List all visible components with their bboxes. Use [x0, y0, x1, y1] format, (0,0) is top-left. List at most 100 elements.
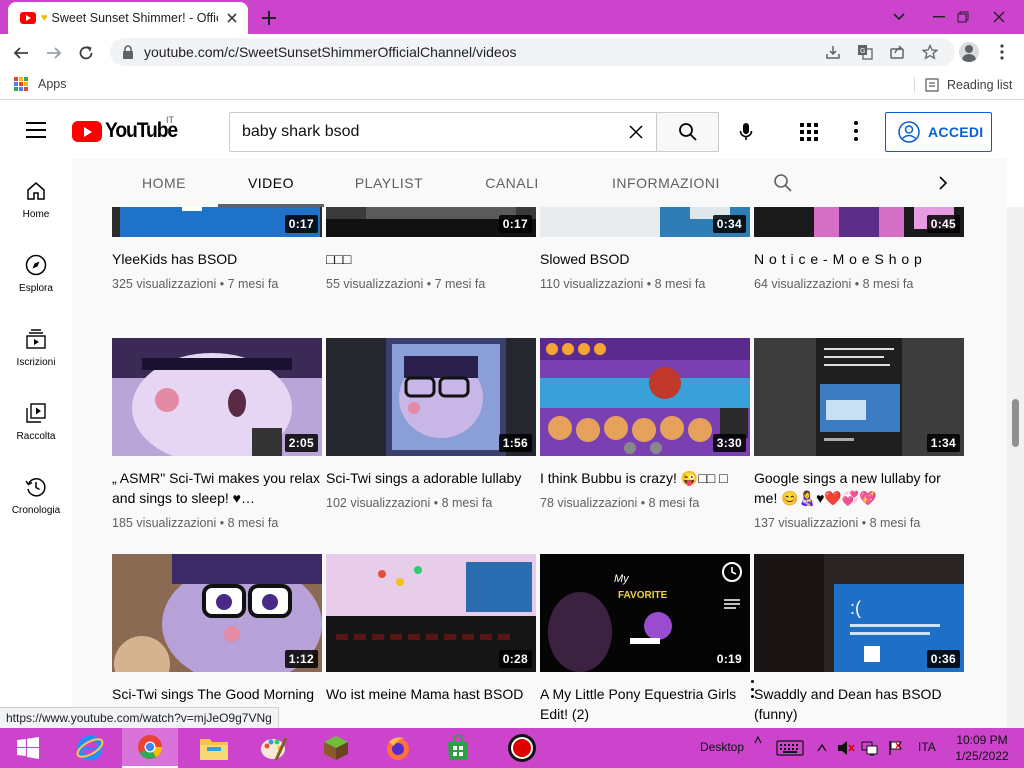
page-scrollbar[interactable] — [1007, 207, 1024, 728]
windows-start-icon[interactable] — [0, 728, 56, 768]
apps-grid-icon — [14, 77, 28, 91]
show-hidden-icons-icon[interactable] — [812, 738, 832, 758]
bookmark-star-icon[interactable] — [919, 41, 941, 63]
search-query: baby shark bsod — [242, 123, 360, 140]
settings-kebab-icon[interactable] — [852, 121, 860, 141]
record-icon[interactable] — [494, 728, 550, 768]
firefox-icon[interactable] — [370, 728, 426, 768]
video-title[interactable]: Sci-Twi sings a adorable lullaby — [326, 468, 536, 488]
video-card[interactable]: My FAVORITE 0:19 A My Little Pony Equestr… — [540, 554, 754, 724]
video-card[interactable]: 1:34 Google sings a new lullaby for me! … — [754, 338, 964, 530]
new-tab-icon[interactable] — [258, 7, 280, 29]
video-thumbnail[interactable]: 0:17 — [112, 207, 322, 237]
video-thumbnail[interactable]: 0:34 — [540, 207, 750, 237]
channel-search-icon[interactable] — [768, 159, 798, 207]
apps-shortcut[interactable]: Apps — [14, 77, 67, 91]
video-thumbnail[interactable]: 0:17 — [326, 207, 536, 237]
video-title[interactable]: Wo ist meine Mama hast BSOD — [326, 684, 536, 704]
tab-home[interactable]: HOME — [126, 159, 202, 207]
video-thumbnail[interactable]: 3:30 — [540, 338, 750, 456]
video-thumbnail[interactable]: 2:05 — [112, 338, 322, 456]
desktop-toolbar-label[interactable]: Desktop — [700, 740, 744, 754]
reload-icon[interactable] — [73, 40, 99, 66]
video-title[interactable]: I think Bubbu is crazy! 😜□□ □ — [540, 468, 750, 488]
video-thumbnail[interactable]: 1:56 — [326, 338, 536, 456]
back-icon[interactable] — [8, 40, 34, 66]
video-card[interactable]: 0:17 YleeKids has BSOD 325 visualizzazio… — [112, 207, 322, 291]
clear-search-icon[interactable] — [624, 120, 648, 144]
youtube-apps-icon[interactable] — [800, 123, 818, 141]
video-duration: 3:30 — [712, 434, 746, 452]
forward-icon[interactable] — [41, 40, 67, 66]
install-app-icon[interactable] — [822, 41, 844, 63]
guide-label: Iscrizioni — [16, 357, 56, 368]
video-title[interactable]: □□□ — [326, 249, 536, 269]
chrome-menu-icon[interactable] — [991, 41, 1013, 63]
video-card[interactable]: 3:30 I think Bubbu is crazy! 😜□□ □ 78 vi… — [540, 338, 750, 510]
volume-muted-icon[interactable] — [836, 738, 856, 758]
video-thumbnail[interactable]: My FAVORITE 0:19 — [540, 554, 750, 672]
video-thumbnail[interactable]: 1:12 — [112, 554, 322, 672]
share-icon[interactable] — [886, 41, 908, 63]
video-thumbnail[interactable]: 0:45 — [754, 207, 964, 237]
file-explorer-icon[interactable] — [186, 728, 242, 768]
close-window-icon[interactable] — [976, 0, 1022, 34]
video-title[interactable]: „ ASMR" Sci-Twi makes you relax and sing… — [112, 468, 322, 508]
video-card[interactable]: 0:34 Slowed BSOD 110 visualizzazioni • 8… — [540, 207, 750, 291]
video-thumbnail[interactable]: 1:34 — [754, 338, 964, 456]
store-icon[interactable] — [430, 728, 486, 768]
taskbar-clock[interactable]: 10:09 PM 1/25/2022 — [946, 732, 1018, 764]
guide-item-esplora[interactable]: Esplora — [0, 233, 72, 307]
lock-icon[interactable] — [122, 45, 134, 59]
minecraft-icon[interactable] — [308, 728, 364, 768]
search-button[interactable] — [656, 112, 719, 152]
sign-in-button[interactable]: ACCEDI — [885, 112, 992, 152]
internet-explorer-icon[interactable] — [62, 728, 118, 768]
video-title[interactable]: YleeKids has BSOD — [112, 249, 322, 269]
video-card[interactable]: 0:17 □□□ 55 visualizzazioni • 7 mesi fa — [326, 207, 536, 291]
search-input[interactable]: baby shark bsod — [229, 112, 656, 152]
video-title[interactable]: Google sings a new lullaby for me! 😊👩‍🍼♥… — [754, 468, 964, 508]
video-card[interactable]: 0:28 Wo ist meine Mama hast BSOD — [326, 554, 536, 704]
paint-icon[interactable] — [246, 728, 302, 768]
chevron-right-icon[interactable] — [928, 159, 958, 207]
input-language-indicator[interactable]: ITA — [918, 740, 936, 754]
toolbar-expand-icon[interactable] — [748, 730, 768, 750]
video-grid: 0:17 YleeKids has BSOD 325 visualizzazio… — [72, 207, 1007, 728]
clock-date: 1/25/2022 — [955, 749, 1009, 763]
browser-tab[interactable]: ♥ Sweet Sunset Shimmer! - Offic — [8, 2, 248, 34]
scrollbar-thumb[interactable] — [1012, 399, 1019, 447]
video-card[interactable]: :( 0:36 Swaddly and Dean has BSOD (funny… — [754, 554, 964, 724]
chrome-icon[interactable] — [122, 728, 178, 768]
video-thumbnail[interactable]: 0:28 — [326, 554, 536, 672]
video-card[interactable]: 1:56 Sci-Twi sings a adorable lullaby 10… — [326, 338, 536, 510]
guide-item-cronologia[interactable]: Cronologia — [0, 455, 72, 529]
hamburger-menu-icon[interactable] — [26, 122, 46, 138]
video-meta: 78 visualizzazioni • 8 mesi fa — [540, 496, 700, 510]
tab-informazioni[interactable]: INFORMAZIONI — [592, 159, 740, 207]
youtube-logo[interactable]: YouTube IT — [72, 115, 183, 143]
translate-icon[interactable]: G — [854, 41, 876, 63]
tab-canali[interactable]: CANALI — [470, 159, 554, 207]
network-icon[interactable] — [860, 738, 880, 758]
youtube-favicon-icon — [20, 12, 36, 24]
guide-item-home[interactable]: Home — [0, 159, 72, 233]
video-card[interactable]: 1:12 Sci-Twi sings The Good Morning Song… — [112, 554, 322, 724]
close-tab-icon[interactable] — [224, 10, 240, 26]
guide-item-raccolta[interactable]: Raccolta — [0, 381, 72, 455]
action-center-flag-icon[interactable] — [886, 738, 906, 758]
microphone-icon[interactable] — [734, 120, 758, 144]
guide-item-iscrizioni[interactable]: Iscrizioni — [0, 307, 72, 381]
video-title[interactable]: Slowed BSOD — [540, 249, 750, 269]
video-title[interactable]: N o t i c e - M o e S h o p — [754, 249, 964, 269]
profile-avatar-icon[interactable] — [958, 41, 980, 63]
video-title[interactable]: A My Little Pony Equestria Girls Edit! (… — [540, 684, 750, 724]
tab-video[interactable]: VIDEO — [218, 159, 324, 207]
video-card[interactable]: 0:45 N o t i c e - M o e S h o p 64 visu… — [754, 207, 964, 291]
video-thumbnail[interactable]: :( 0:36 — [754, 554, 964, 672]
video-title[interactable]: Swaddly and Dean has BSOD (funny) — [754, 684, 964, 724]
video-card[interactable]: 2:05 „ ASMR" Sci-Twi makes you relax and… — [112, 338, 322, 530]
reading-list-button[interactable]: Reading list — [914, 77, 1012, 93]
touch-keyboard-icon[interactable] — [775, 738, 805, 758]
tab-playlist[interactable]: PLAYLIST — [340, 159, 438, 207]
